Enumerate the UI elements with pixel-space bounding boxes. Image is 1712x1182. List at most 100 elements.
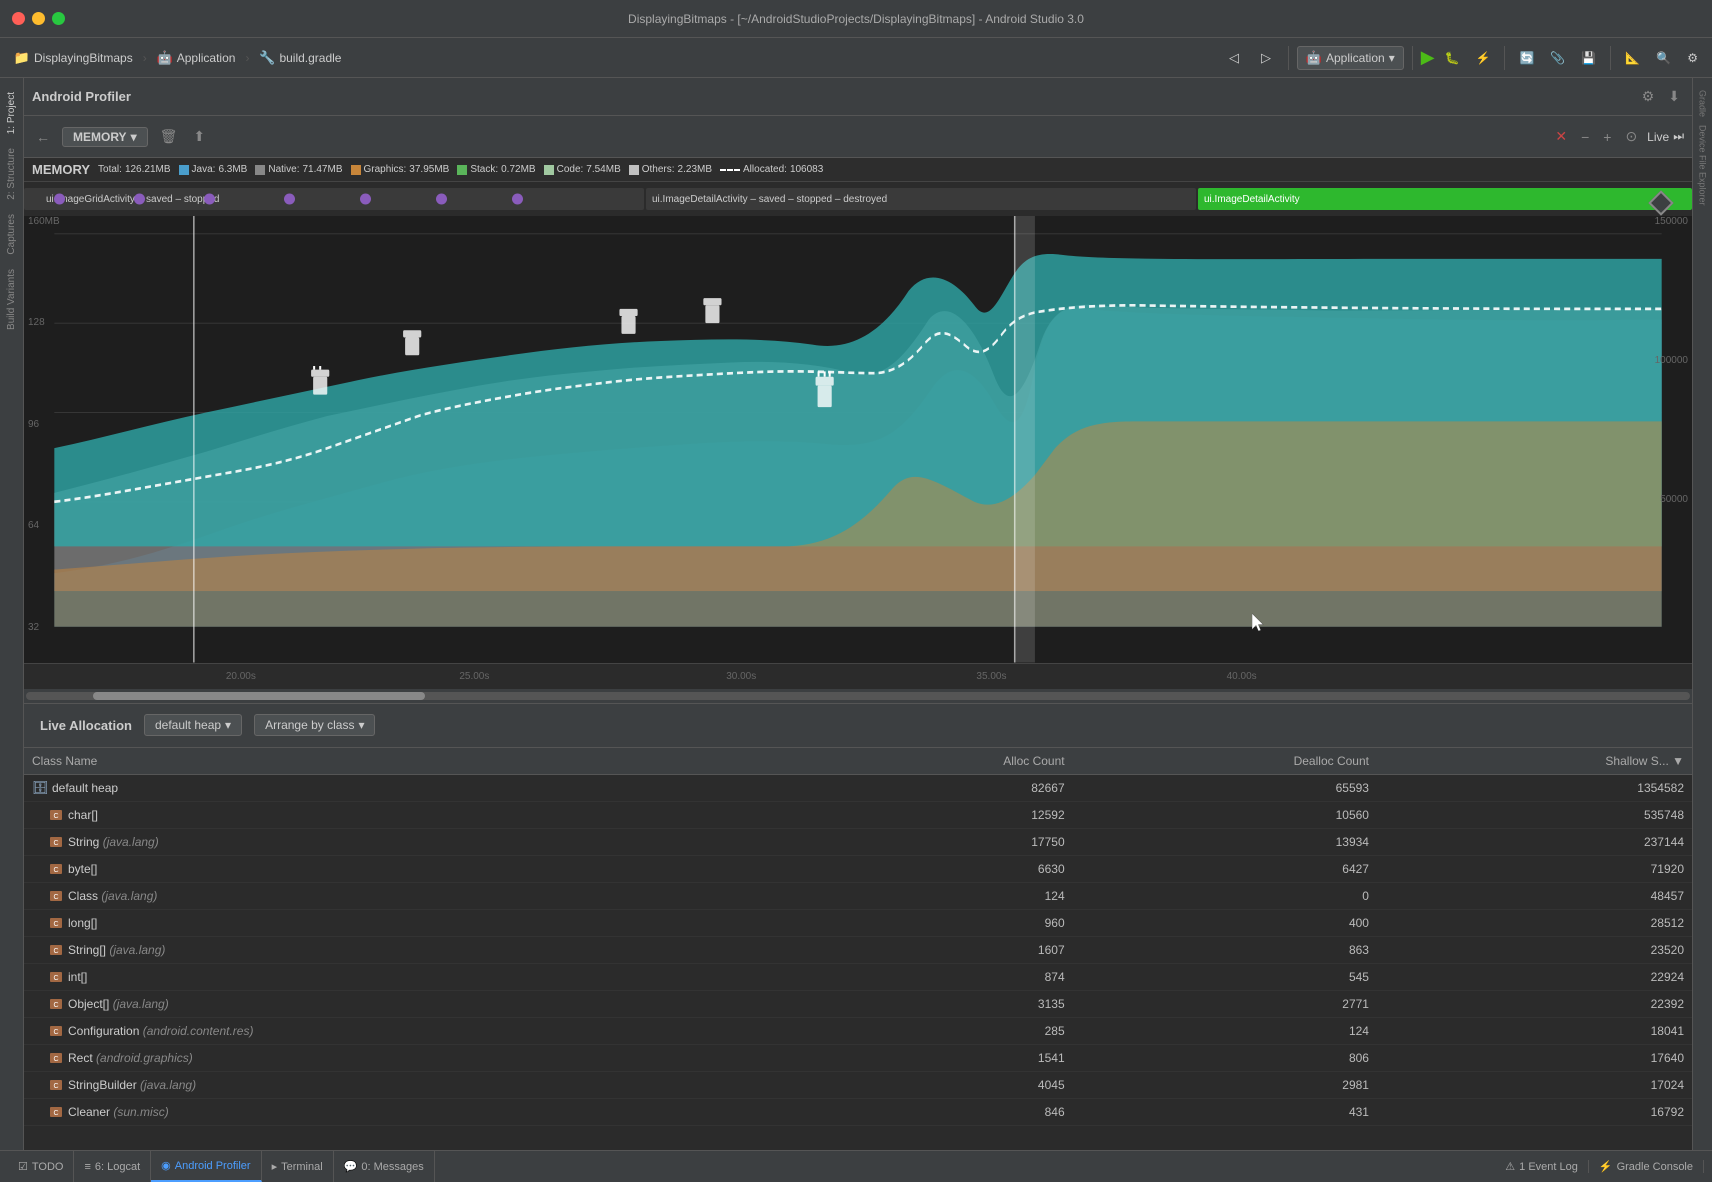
col-shallow-size[interactable]: Shallow S... ▼ — [1377, 748, 1692, 775]
attach-btn[interactable]: 📎 — [1544, 49, 1571, 67]
table-row[interactable]: CString (java.lang)1775013934237144 — [24, 828, 1692, 855]
table-row[interactable]: CStringBuilder (java.lang)4045298117024 — [24, 1071, 1692, 1098]
status-profiler[interactable]: ◉ Android Profiler — [151, 1151, 261, 1182]
class-type-icon: 🗄 — [32, 780, 48, 796]
separator-1 — [1288, 46, 1289, 70]
sidebar-item-project[interactable]: 1: Project — [4, 86, 19, 140]
profiler-download-icon[interactable]: ⬇ — [1664, 86, 1684, 107]
shallow-size-cell: 1354582 — [1377, 774, 1692, 801]
back-to-sessions-button[interactable]: ← — [32, 127, 54, 147]
table-row[interactable]: CObject[] (java.lang)3135277122392 — [24, 990, 1692, 1017]
col-alloc-count[interactable]: Alloc Count — [815, 748, 1073, 775]
close-button[interactable] — [12, 12, 25, 25]
app-selector[interactable]: 🤖 Application ▾ — [1297, 46, 1404, 70]
class-name-text: StringBuilder (java.lang) — [68, 1078, 196, 1092]
svg-text:C: C — [53, 1029, 58, 1036]
layout-inspector-btn[interactable]: 📐 — [1619, 49, 1646, 67]
search-btn[interactable]: 🔍 — [1650, 49, 1677, 67]
arrange-selector[interactable]: Arrange by class ▾ — [254, 714, 375, 736]
table-row[interactable]: Cint[]87454522924 — [24, 963, 1692, 990]
shallow-size-cell: 71920 — [1377, 855, 1692, 882]
heap-dump-btn[interactable]: 💾 — [1575, 49, 1602, 67]
export-button[interactable]: ⬆ — [189, 126, 209, 147]
sidebar-item-structure[interactable]: 2: Structure — [4, 142, 19, 206]
native-label: Native: — [268, 164, 299, 175]
table-row[interactable]: CRect (android.graphics)154180617640 — [24, 1044, 1692, 1071]
scrollbar-thumb[interactable] — [93, 692, 426, 700]
memory-title-stat: MEMORY — [32, 162, 90, 177]
table-header-row: Class Name Alloc Count Dealloc Count Sha… — [24, 748, 1692, 775]
gc-dot-4 — [284, 194, 295, 205]
status-todo[interactable]: ☑ TODO — [8, 1151, 74, 1182]
table-row[interactable]: CConfiguration (android.content.res)2851… — [24, 1017, 1692, 1044]
memory-selector[interactable]: MEMORY ▾ — [62, 127, 148, 147]
left-sidebar: 1: Project 2: Structure Captures Build V… — [0, 78, 24, 1150]
shallow-size-cell: 23520 — [1377, 936, 1692, 963]
status-gradle-console[interactable]: ⚡ Gradle Console — [1589, 1160, 1704, 1173]
alloc-count-cell: 3135 — [815, 990, 1073, 1017]
sidebar-item-build-variants[interactable]: Build Variants — [4, 263, 19, 336]
activity-segment-1: ui.ImageGridActivity – saved – stopped — [24, 188, 644, 210]
status-terminal[interactable]: ▸ Terminal — [262, 1151, 334, 1182]
allocated-stat: Allocated: 106083 — [720, 164, 823, 175]
application-breadcrumb[interactable]: 🤖 Application — [151, 48, 242, 68]
native-value: 71.47MB — [302, 164, 342, 175]
stop-button[interactable]: ✕ — [1551, 126, 1571, 147]
table-row[interactable]: CCleaner (sun.misc)84643116792 — [24, 1098, 1692, 1125]
memory-chart[interactable]: 160MB 128 96 64 32 150000 100000 50000 — [24, 216, 1692, 663]
nav-back-btn[interactable]: ◁ — [1220, 48, 1248, 68]
nav-forward-btn[interactable]: ▷ — [1252, 48, 1280, 68]
zoom-out-button[interactable]: − — [1577, 127, 1593, 147]
allocation-toolbar: Live Allocation default heap ▾ Arrange b… — [24, 704, 1692, 748]
svg-text:C: C — [53, 1056, 58, 1063]
alloc-count-cell: 17750 — [815, 828, 1073, 855]
class-type-icon: C — [48, 861, 64, 877]
table-row[interactable]: CClass (java.lang)124048457 — [24, 882, 1692, 909]
others-stat: Others: 2.23MB — [629, 164, 712, 175]
table-row[interactable]: Cbyte[]6630642771920 — [24, 855, 1692, 882]
sync-btn[interactable]: 🔄 — [1513, 49, 1540, 67]
time-tick-40s: 40.00s — [1227, 671, 1257, 682]
sidebar-item-device-explorer[interactable]: Device File Explorer — [1696, 121, 1710, 210]
zoom-reset-button[interactable]: ⊙ — [1621, 126, 1641, 147]
table-row[interactable]: Cchar[]1259210560535748 — [24, 801, 1692, 828]
profiler-settings-icon[interactable]: ⚙ — [1638, 86, 1659, 107]
table-row[interactable]: Clong[]96040028512 — [24, 909, 1692, 936]
memory-chart-svg — [24, 216, 1692, 663]
application-label: Application — [177, 51, 236, 65]
package-name-text: (java.lang) — [98, 889, 157, 903]
horizontal-scrollbar[interactable] — [24, 689, 1692, 703]
col-dealloc-count[interactable]: Dealloc Count — [1073, 748, 1377, 775]
dealloc-count-cell: 806 — [1073, 1044, 1377, 1071]
settings-btn[interactable]: ⚙ — [1681, 49, 1704, 67]
maximize-button[interactable] — [52, 12, 65, 25]
package-name-text: (java.lang) — [109, 997, 168, 1011]
class-type-icon: C — [48, 807, 64, 823]
status-messages[interactable]: 💬 0: Messages — [334, 1151, 435, 1182]
debug-icon: 🐛 — [1445, 51, 1460, 65]
minimize-button[interactable] — [32, 12, 45, 25]
sidebar-item-captures[interactable]: Captures — [4, 208, 19, 261]
class-name-cell: Cint[] — [48, 969, 807, 985]
project-selector[interactable]: 📁 DisplayingBitmaps — [8, 48, 139, 68]
package-name-text: (android.graphics) — [93, 1051, 193, 1065]
col-class-name[interactable]: Class Name — [24, 748, 815, 775]
build-gradle-breadcrumb[interactable]: 🔧 build.gradle — [253, 48, 347, 68]
profile-btn[interactable]: ⚡ — [1470, 49, 1497, 67]
package-name-text: (java.lang) — [99, 835, 158, 849]
delete-session-button[interactable]: 🗑 — [156, 126, 182, 147]
activity-bars: ui.ImageGridActivity – saved – stopped u… — [24, 182, 1692, 216]
status-logcat[interactable]: ≡ 6: Logcat — [74, 1151, 151, 1182]
zoom-in-button[interactable]: + — [1599, 127, 1615, 147]
chevron-down-icon: ▾ — [1389, 51, 1395, 65]
java-label: Java: — [192, 164, 216, 175]
live-button[interactable]: Live ⏭ — [1647, 129, 1684, 144]
table-row[interactable]: 🗄default heap82667655931354582 — [24, 774, 1692, 801]
debug-btn[interactable]: 🐛 — [1439, 49, 1466, 67]
todo-icon: ☑ — [18, 1160, 28, 1173]
run-button[interactable]: ▶ — [1421, 47, 1435, 68]
status-event-log[interactable]: ⚠ 1 Event Log — [1495, 1160, 1589, 1173]
sidebar-item-gradle[interactable]: Gradle — [1696, 86, 1710, 121]
heap-selector[interactable]: default heap ▾ — [144, 714, 242, 736]
table-row[interactable]: CString[] (java.lang)160786323520 — [24, 936, 1692, 963]
